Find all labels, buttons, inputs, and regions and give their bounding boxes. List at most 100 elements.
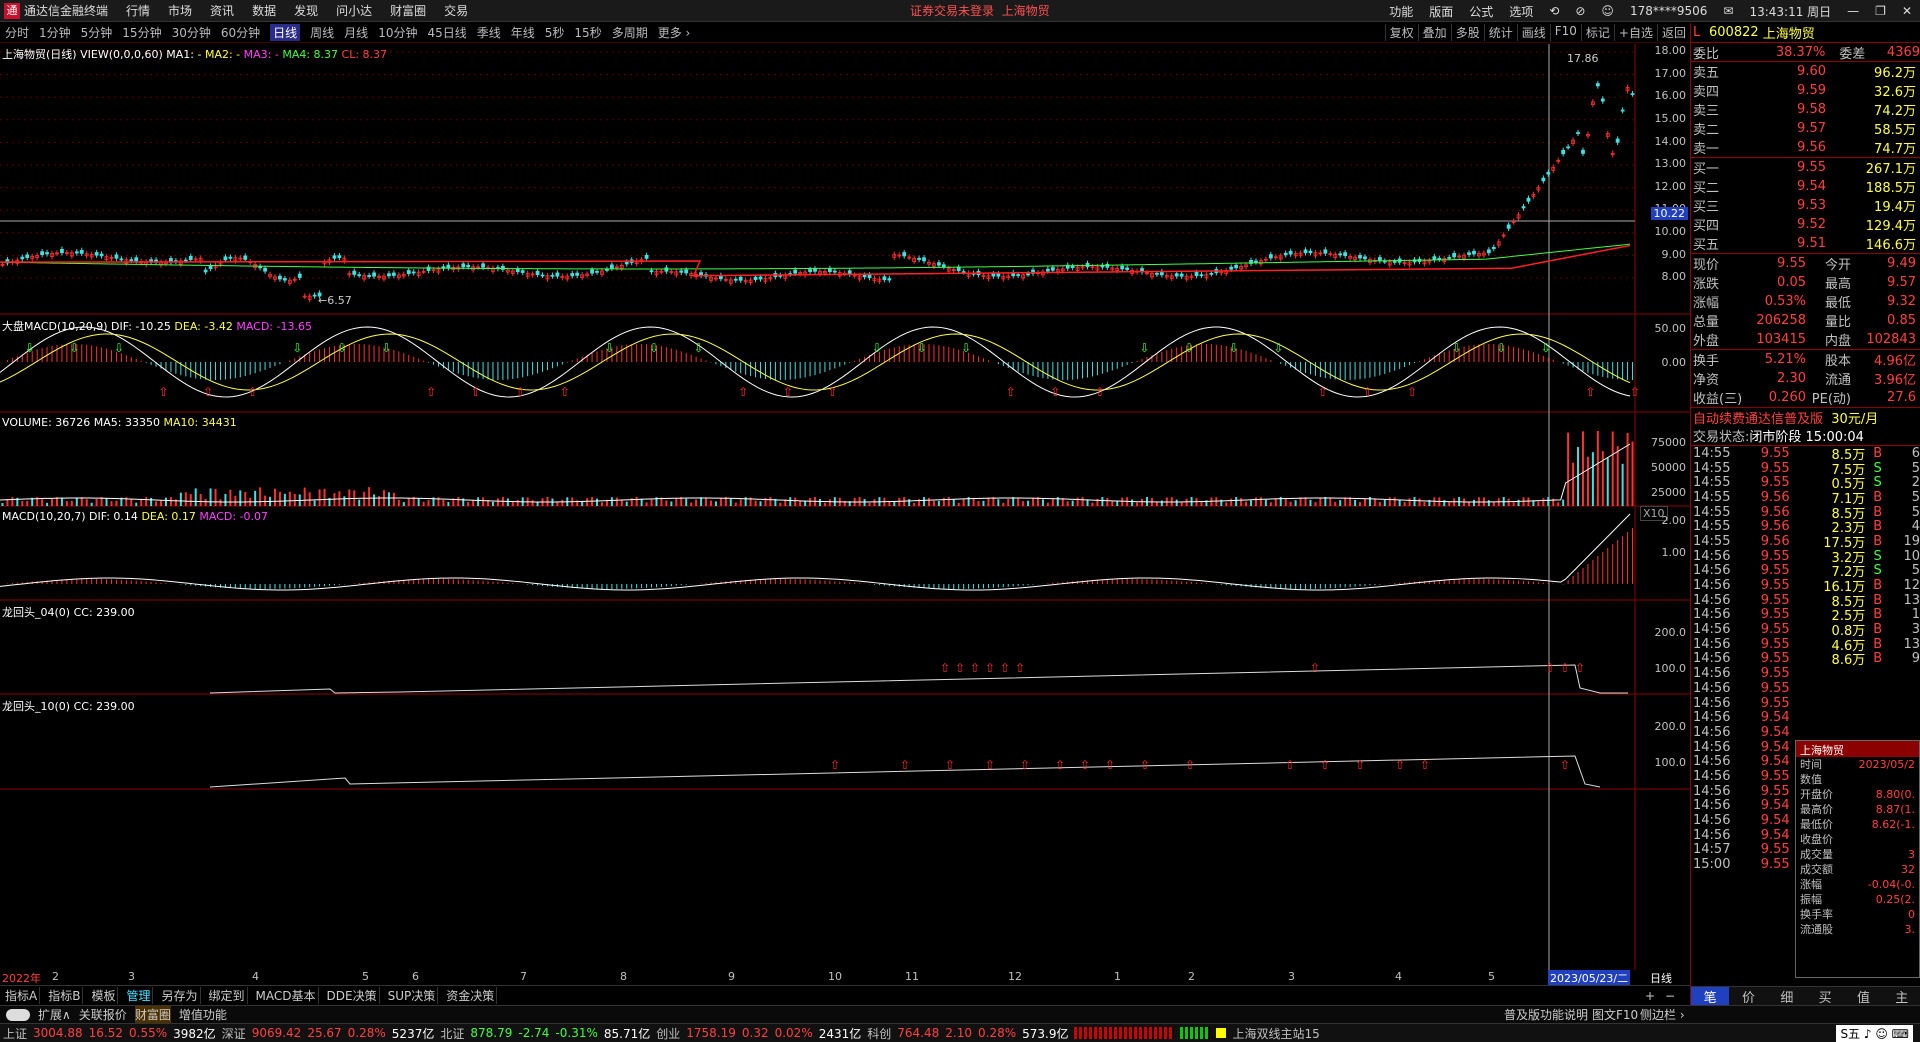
btn-f10[interactable]: F10 <box>1549 24 1581 41</box>
ad-row[interactable]: 自动续费通达信普及版 30元/月 <box>1691 407 1920 427</box>
mail-icon[interactable]: ✉ <box>1723 4 1733 18</box>
menu-market[interactable]: 市场 <box>168 2 192 19</box>
ext-f10[interactable]: 图文F10 <box>1592 1006 1638 1023</box>
menu-ask[interactable]: 问小达 <box>336 2 372 19</box>
sell-row[interactable]: 卖一 9.56 74.7万 <box>1691 138 1920 157</box>
btn-draw[interactable]: 画线 <box>1516 24 1550 41</box>
period-quarter[interactable]: 季线 <box>477 24 501 41</box>
period-monthly[interactable]: 月线 <box>344 24 368 41</box>
period-multi[interactable]: 多周期 <box>612 24 648 41</box>
tab-trades[interactable]: 笔 <box>1691 987 1730 1006</box>
chart-area[interactable]: ⇩ ⇩ ⇩ ⇧ ⇧ ⇧ ⇩ ⇩ ⇩ ⇧ ⇧ ⇧ ⇧ ⇩ ⇩ ⇩ ⇧ ⇧ ⇧ ⇩ ⇩ ⇩ ⇧ ⇧ ⇧ ⇩ ⇩ ⇩ ⇩ ⇧ ⇧ ⇧ ⇩ ⇩ ⇩ ⇧ ⇧ ⇧ ⇧ ⇧… <box>0 44 1690 986</box>
period-5min[interactable]: 5分钟 <box>81 24 113 41</box>
menu-options[interactable]: 选项 <box>1509 3 1533 20</box>
ext-sidebar[interactable]: 侧边栏 › <box>1640 1006 1685 1023</box>
tick-row[interactable]: 14:56 9.54 <box>1691 725 1920 740</box>
idx-sh-name[interactable]: 上证 <box>3 1025 27 1042</box>
user-icon[interactable]: ☺ <box>1601 4 1614 18</box>
buy-row[interactable]: 买五 9.51 146.6万 <box>1691 234 1920 253</box>
period-daily[interactable]: 日线 <box>270 24 301 41</box>
close-icon[interactable]: ✕ <box>1902 4 1912 18</box>
tab-buy[interactable]: 买 <box>1806 987 1844 1006</box>
menu-news[interactable]: 资讯 <box>210 2 234 19</box>
btn-add-fav[interactable]: +自选 <box>1613 24 1657 41</box>
menu-trade[interactable]: 交易 <box>444 2 468 19</box>
period-5sec[interactable]: 5秒 <box>545 24 565 41</box>
tab-indicator-a[interactable]: 指标A <box>3 987 41 1004</box>
ext-expand[interactable]: 扩展∧ <box>38 1006 71 1023</box>
tick-row[interactable]: 14:56 9.55 <box>1691 681 1920 696</box>
account-id[interactable]: 178****9506 <box>1630 4 1707 18</box>
tab-save-as[interactable]: 另存为 <box>159 987 201 1004</box>
menu-data[interactable]: 数据 <box>252 2 276 19</box>
period-more[interactable]: 更多 › <box>658 24 691 41</box>
period-fenshi[interactable]: 分时 <box>5 24 29 41</box>
plus-icon[interactable]: + <box>1643 989 1657 1003</box>
tick-row[interactable]: 14:56 9.55 <box>1691 666 1920 681</box>
tick-row[interactable]: 14:56 9.55 <box>1691 696 1920 711</box>
tab-detail[interactable]: 细 <box>1768 987 1806 1006</box>
tab-indicator-b[interactable]: 指标B <box>46 987 84 1004</box>
tab-template[interactable]: 模板 <box>89 987 119 1004</box>
info-popup[interactable]: 上海物贸 时间 2023/05/2 数值 开盘价 8.80(0. 最高价 8.87(1. 最低… <box>1795 740 1920 978</box>
btn-mark[interactable]: 标记 <box>1580 24 1614 41</box>
period-10min[interactable]: 10分钟 <box>378 24 417 41</box>
tab-fund[interactable]: 资金决策 <box>444 987 498 1004</box>
idx-sz-name[interactable]: 深证 <box>222 1025 246 1042</box>
refresh-icon[interactable]: ⟲ <box>1549 4 1559 18</box>
server-name[interactable]: 上海双线主站15 <box>1232 1025 1319 1042</box>
btn-adjust[interactable]: 复权 <box>1384 24 1418 41</box>
menu-formula[interactable]: 公式 <box>1469 3 1493 20</box>
period-year[interactable]: 年线 <box>511 24 535 41</box>
period-15sec[interactable]: 15秒 <box>574 24 601 41</box>
ext-addon[interactable]: 增值功能 <box>179 1006 227 1023</box>
candle-body <box>1303 249 1308 254</box>
link-icon[interactable]: ⊘ <box>1575 4 1585 18</box>
tick-row[interactable]: 14:56 9.54 <box>1691 710 1920 725</box>
tick-row[interactable]: 14:56 9.55 8.6万 B 9 <box>1691 651 1920 668</box>
toggle-icon[interactable] <box>6 1008 30 1021</box>
period-60min[interactable]: 60分钟 <box>221 24 260 41</box>
btn-multi[interactable]: 多股 <box>1450 24 1484 41</box>
tab-bind[interactable]: 绑定到 <box>207 987 248 1004</box>
buy-row[interactable]: 买三 9.53 19.4万 <box>1691 196 1920 215</box>
btn-overlay[interactable]: 叠加 <box>1417 24 1451 41</box>
tab-macd-basic[interactable]: MACD基本 <box>254 987 319 1004</box>
menu-function[interactable]: 功能 <box>1389 3 1413 20</box>
tab-dde[interactable]: DDE决策 <box>325 987 380 1004</box>
idx-cy-name[interactable]: 创业 <box>656 1025 680 1042</box>
sell-row[interactable]: 卖二 9.57 58.5万 <box>1691 119 1920 138</box>
ime-indicator[interactable]: S五 ♪ ☺ ⌨ <box>1836 1024 1913 1042</box>
period-30min[interactable]: 30分钟 <box>172 24 211 41</box>
restore-icon[interactable]: ❐ <box>1875 4 1886 18</box>
period-45day[interactable]: 45日线 <box>427 24 466 41</box>
idx-bz-name[interactable]: 北证 <box>440 1025 464 1042</box>
menu-wealth[interactable]: 财富圈 <box>390 2 426 19</box>
tab-value[interactable]: 值 <box>1844 987 1882 1006</box>
ext-help[interactable]: 普及版功能说明 <box>1504 1006 1588 1023</box>
tab-sup[interactable]: SUP决策 <box>386 987 439 1004</box>
sell-row[interactable]: 卖四 9.59 32.6万 <box>1691 81 1920 100</box>
menu-discover[interactable]: 发现 <box>294 2 318 19</box>
btn-stats[interactable]: 统计 <box>1483 24 1517 41</box>
menu-quotes[interactable]: 行情 <box>126 2 150 19</box>
tab-manage[interactable]: 管理 <box>124 987 154 1004</box>
buy-row[interactable]: 买二 9.54 188.5万 <box>1691 177 1920 196</box>
idx-kc-name[interactable]: 科创 <box>867 1025 891 1042</box>
buy-row[interactable]: 买四 9.52 129.4万 <box>1691 215 1920 234</box>
period-1min[interactable]: 1分钟 <box>39 24 71 41</box>
minus-icon[interactable]: − <box>1663 989 1677 1003</box>
minimize-icon[interactable]: — <box>1847 4 1859 18</box>
btn-back[interactable]: 返回 <box>1656 24 1690 41</box>
login-notice[interactable]: 证券交易未登录 上海物贸 <box>910 2 1050 19</box>
tab-main[interactable]: 主 <box>1883 987 1920 1006</box>
period-weekly[interactable]: 周线 <box>310 24 334 41</box>
ext-related[interactable]: 关联报价 <box>79 1006 127 1023</box>
tab-price[interactable]: 价 <box>1729 987 1767 1006</box>
buy-row[interactable]: 买一 9.55 267.1万 <box>1691 158 1920 177</box>
sell-row[interactable]: 卖五 9.60 96.2万 <box>1691 62 1920 81</box>
menu-layout[interactable]: 版面 <box>1429 3 1453 20</box>
period-15min[interactable]: 15分钟 <box>122 24 161 41</box>
sell-row[interactable]: 卖三 9.58 74.2万 <box>1691 100 1920 119</box>
ext-wealth[interactable]: 财富圈 <box>134 1006 171 1023</box>
